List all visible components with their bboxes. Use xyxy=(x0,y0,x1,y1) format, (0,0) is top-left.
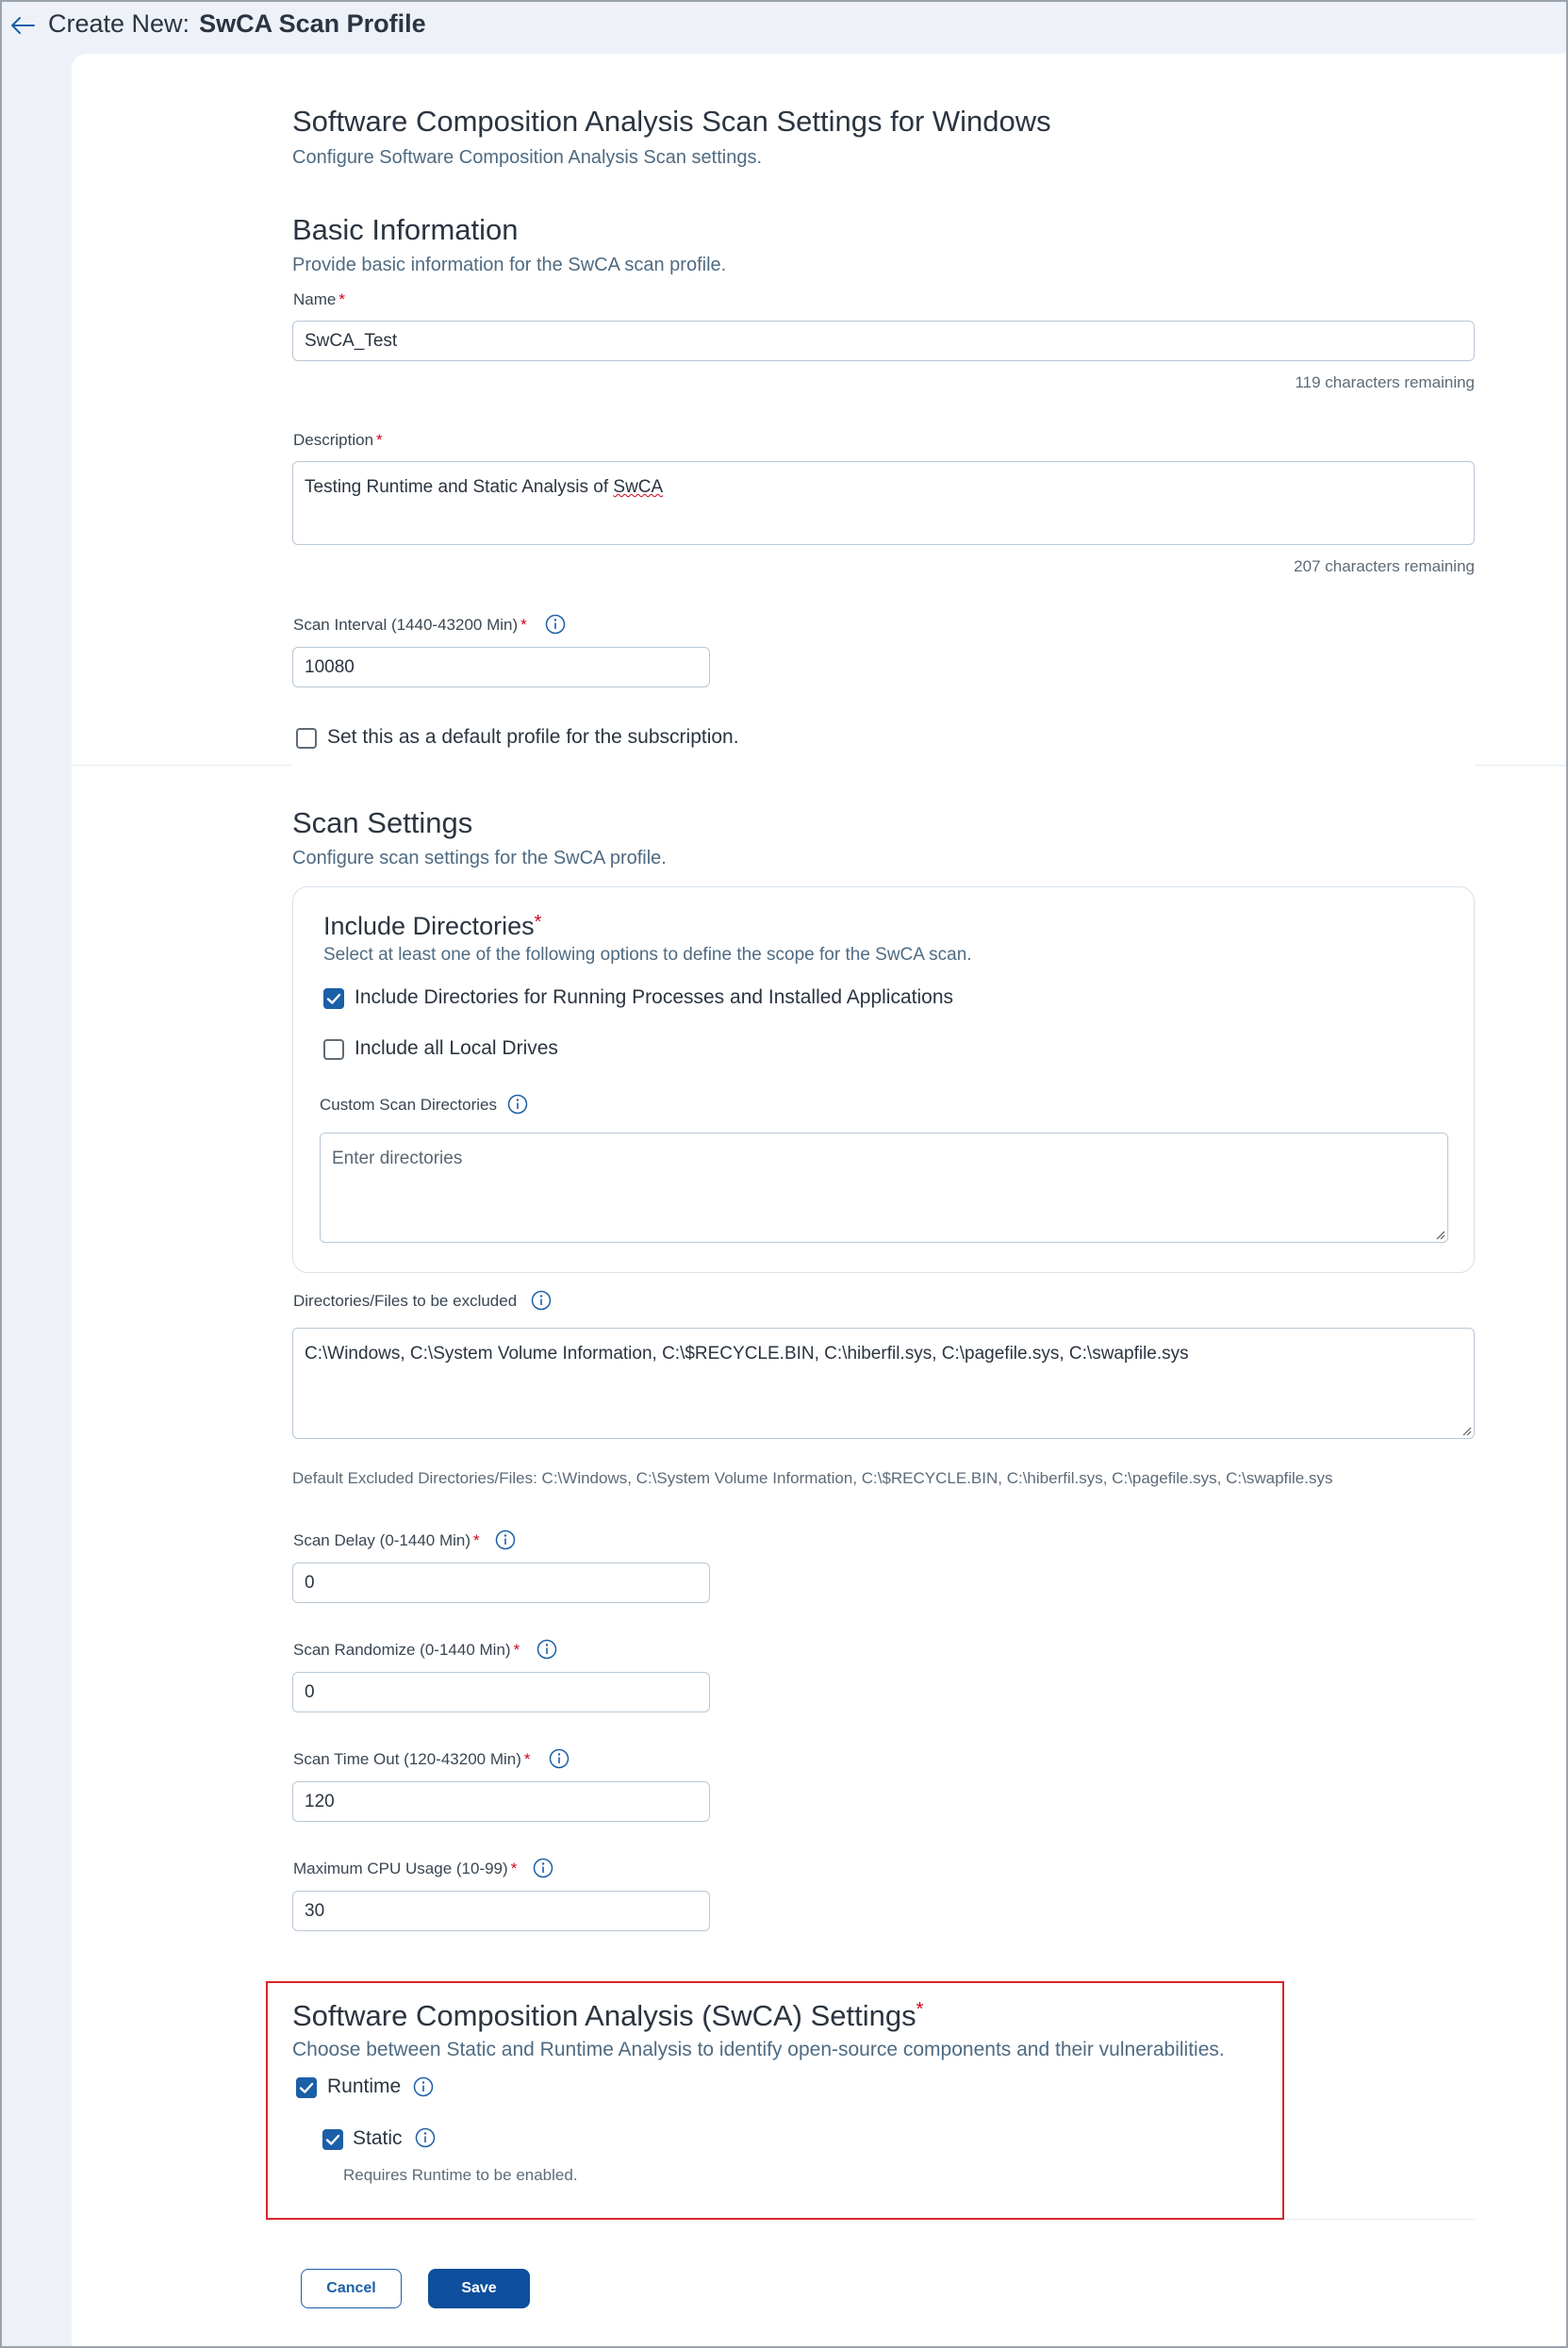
info-icon[interactable] xyxy=(536,1639,557,1660)
info-icon[interactable] xyxy=(413,2076,434,2097)
required-marker: * xyxy=(473,1531,480,1549)
required-marker: * xyxy=(376,431,383,449)
form-title: Software Composition Analysis Scan Setti… xyxy=(292,105,1051,138)
description-label: Description * xyxy=(293,431,383,450)
page-title-prefix: Create New: xyxy=(48,9,190,38)
default-profile-checkbox[interactable] xyxy=(296,728,317,749)
custom-scan-directories-textarea[interactable]: Enter directories xyxy=(320,1133,1448,1243)
runtime-checkbox[interactable] xyxy=(296,2077,317,2098)
scan-delay-input[interactable]: 0 xyxy=(292,1563,710,1603)
max-cpu-label: Maximum CPU Usage (10-99) * xyxy=(293,1860,517,1878)
section-divider xyxy=(1475,765,1566,766)
description-spelling-flag: SwCA xyxy=(613,477,664,497)
scan-settings-subtitle: Configure scan settings for the SwCA pro… xyxy=(292,848,667,868)
save-button[interactable]: Save xyxy=(428,2269,530,2308)
scan-interval-value: 10080 xyxy=(305,656,355,677)
info-icon[interactable] xyxy=(495,1530,516,1550)
name-label: Name * xyxy=(293,290,345,309)
local-drives-checkbox[interactable] xyxy=(323,1039,344,1060)
resize-grip-icon[interactable] xyxy=(1461,1425,1472,1436)
required-marker: * xyxy=(510,1860,518,1877)
required-marker: * xyxy=(338,290,345,308)
swca-settings-subtitle: Choose between Static and Runtime Analys… xyxy=(292,2039,1225,2060)
info-icon[interactable] xyxy=(545,614,566,635)
description-value: Testing Runtime and Static Analysis of S… xyxy=(305,477,663,498)
scan-timeout-value: 120 xyxy=(305,1791,335,1811)
max-cpu-value: 30 xyxy=(305,1900,325,1921)
scan-delay-value: 0 xyxy=(305,1572,315,1593)
scan-timeout-label: Scan Time Out (120-43200 Min) * xyxy=(293,1750,531,1769)
required-marker: * xyxy=(534,912,542,933)
scan-randomize-label: Scan Randomize (0-1440 Min) * xyxy=(293,1641,520,1660)
section-divider xyxy=(72,765,292,766)
page-header: Create New: SwCA Scan Profile xyxy=(0,0,1568,53)
default-excluded-note: Default Excluded Directories/Files: C:\W… xyxy=(292,1469,1333,1487)
info-icon[interactable] xyxy=(415,2127,436,2148)
static-label: Static xyxy=(353,2127,403,2149)
section-divider xyxy=(1282,2219,1475,2220)
description-label-text: Description xyxy=(293,431,374,449)
static-checkbox[interactable] xyxy=(322,2129,343,2150)
form-subtitle: Configure Software Composition Analysis … xyxy=(292,147,763,168)
include-directories-title-text: Include Directories xyxy=(323,912,535,940)
required-marker: * xyxy=(523,1750,531,1768)
scan-timeout-input[interactable]: 120 xyxy=(292,1781,710,1822)
page-title: Create New: SwCA Scan Profile xyxy=(48,9,426,39)
scan-randomize-input[interactable]: 0 xyxy=(292,1672,710,1712)
name-input-value: SwCA_Test xyxy=(305,330,398,351)
excluded-directories-label: Directories/Files to be excluded xyxy=(293,1292,518,1310)
name-label-text: Name xyxy=(293,290,337,308)
description-textarea[interactable]: Testing Runtime and Static Analysis of S… xyxy=(292,461,1475,545)
scan-settings-title: Scan Settings xyxy=(292,806,473,839)
basic-info-subtitle: Provide basic information for the SwCA s… xyxy=(292,255,727,275)
custom-scan-directories-placeholder: Enter directories xyxy=(332,1149,463,1168)
info-icon[interactable] xyxy=(507,1094,528,1115)
description-characters-remaining: 207 characters remaining xyxy=(1294,557,1475,575)
info-icon[interactable] xyxy=(549,1748,569,1769)
runtime-label: Runtime xyxy=(327,2075,402,2097)
max-cpu-input[interactable]: 30 xyxy=(292,1891,710,1931)
local-drives-label: Include all Local Drives xyxy=(355,1037,558,1059)
page-title-name: SwCA Scan Profile xyxy=(199,9,426,38)
scan-randomize-label-text: Scan Randomize (0-1440 Min) xyxy=(293,1641,511,1659)
scan-interval-input[interactable]: 10080 xyxy=(292,647,710,687)
swca-settings-title-text: Software Composition Analysis (SwCA) Set… xyxy=(292,1999,916,2032)
info-icon[interactable] xyxy=(533,1858,553,1878)
scan-delay-label: Scan Delay (0-1440 Min) * xyxy=(293,1531,480,1550)
scan-timeout-label-text: Scan Time Out (120-43200 Min) xyxy=(293,1750,521,1768)
scan-randomize-value: 0 xyxy=(305,1681,315,1702)
custom-scan-directories-label: Custom Scan Directories xyxy=(320,1096,498,1114)
name-input[interactable]: SwCA_Test xyxy=(292,321,1475,361)
basic-info-title: Basic Information xyxy=(292,213,519,246)
description-value-text: Testing Runtime and Static Analysis of xyxy=(305,477,614,497)
excluded-directories-textarea[interactable]: C:\Windows, C:\System Volume Information… xyxy=(292,1328,1475,1439)
back-arrow-icon[interactable] xyxy=(8,11,38,40)
required-marker: * xyxy=(513,1641,520,1659)
include-directories-title: Include Directories* xyxy=(323,912,541,941)
scan-interval-label: Scan Interval (1440-43200 Min) * xyxy=(293,616,527,635)
required-marker: * xyxy=(520,616,527,634)
required-marker: * xyxy=(916,1999,924,2020)
scan-interval-label-text: Scan Interval (1440-43200 Min) xyxy=(293,616,519,634)
name-characters-remaining: 119 characters remaining xyxy=(1295,373,1475,391)
default-profile-label: Set this as a default profile for the su… xyxy=(327,726,739,748)
resize-grip-icon[interactable] xyxy=(1434,1229,1445,1240)
include-directories-subtitle: Select at least one of the following opt… xyxy=(323,945,972,965)
static-requirement-note: Requires Runtime to be enabled. xyxy=(343,2166,578,2184)
scan-delay-label-text: Scan Delay (0-1440 Min) xyxy=(293,1531,471,1549)
info-icon[interactable] xyxy=(531,1290,552,1311)
swca-settings-title: Software Composition Analysis (SwCA) Set… xyxy=(292,1999,923,2033)
cancel-button[interactable]: Cancel xyxy=(301,2269,402,2308)
max-cpu-label-text: Maximum CPU Usage (10-99) xyxy=(293,1860,508,1877)
running-processes-checkbox[interactable] xyxy=(323,988,344,1009)
running-processes-label: Include Directories for Running Processe… xyxy=(355,986,954,1008)
excluded-directories-value: C:\Windows, C:\System Volume Information… xyxy=(305,1344,1189,1364)
